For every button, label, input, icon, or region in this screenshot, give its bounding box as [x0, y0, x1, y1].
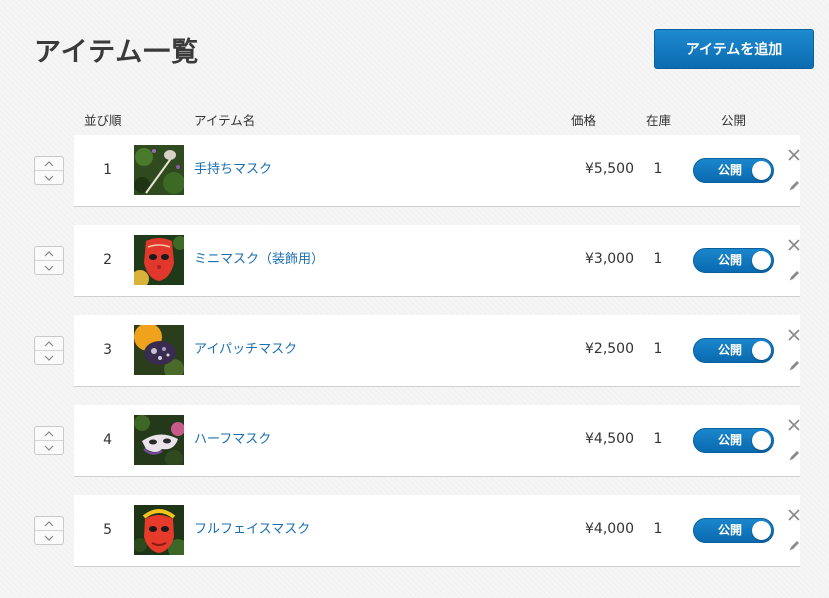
item-price: ¥3,000 — [585, 251, 634, 267]
item-card: 1 手持ちマスク ¥5,500 1 公開 — [74, 135, 800, 207]
column-header-stock: 在庫 — [646, 113, 672, 128]
hand-mask-photo — [134, 145, 184, 195]
publish-toggle[interactable]: 公開 — [693, 518, 774, 543]
sort-control — [34, 336, 64, 365]
item-row: 2 ミニマスク（装飾用） ¥3,000 1 公開 — [0, 225, 829, 297]
sort-control — [34, 516, 64, 545]
pencil-icon[interactable] — [786, 177, 802, 193]
item-stock: 1 — [653, 161, 663, 177]
item-price: ¥5,500 — [585, 161, 634, 177]
item-card: 5 フルフェイスマスク ¥4,000 1 公開 — [74, 495, 800, 567]
item-price: ¥4,500 — [585, 431, 634, 447]
item-name-link[interactable]: ハーフマスク — [194, 405, 271, 474]
chevron-up-icon[interactable] — [35, 427, 63, 441]
item-card: 3 アイパッチマスク ¥2,500 1 公開 — [74, 315, 800, 387]
chevron-up-icon[interactable] — [35, 157, 63, 171]
item-row: 1 手持ちマスク ¥5,500 1 公開 — [0, 135, 829, 207]
sort-control — [34, 426, 64, 455]
close-icon[interactable] — [786, 327, 802, 343]
column-header-publish: 公開 — [721, 113, 747, 128]
close-icon[interactable] — [786, 417, 802, 433]
pencil-icon[interactable] — [786, 537, 802, 553]
column-header-name: アイテム名 — [194, 113, 256, 128]
publish-toggle-label: 公開 — [718, 343, 743, 357]
half-mask-photo — [134, 415, 184, 465]
full-face-mask-photo — [134, 505, 184, 555]
chevron-down-icon[interactable] — [35, 171, 63, 184]
chevron-up-icon[interactable] — [35, 517, 63, 531]
item-name-link[interactable]: フルフェイスマスク — [194, 495, 310, 564]
close-icon[interactable] — [786, 237, 802, 253]
toggle-knob — [752, 521, 771, 540]
eyepatch-mask-photo — [134, 325, 184, 375]
sort-control — [34, 246, 64, 275]
publish-toggle[interactable]: 公開 — [693, 338, 774, 363]
item-stock: 1 — [653, 251, 663, 267]
publish-toggle[interactable]: 公開 — [693, 428, 774, 453]
pencil-icon[interactable] — [786, 357, 802, 373]
pencil-icon[interactable] — [786, 267, 802, 283]
publish-toggle[interactable]: 公開 — [693, 248, 774, 273]
toggle-knob — [752, 431, 771, 450]
item-row: 4 ハーフマスク ¥4,500 1 公開 — [0, 405, 829, 477]
page-title: アイテム一覧 — [34, 37, 200, 68]
publish-toggle-label: 公開 — [718, 253, 743, 267]
publish-toggle[interactable]: 公開 — [693, 158, 774, 183]
publish-toggle-label: 公開 — [718, 433, 743, 447]
item-stock: 1 — [653, 521, 663, 537]
item-row: 3 アイパッチマスク ¥2,500 1 公開 — [0, 315, 829, 387]
chevron-up-icon[interactable] — [35, 247, 63, 261]
item-price: ¥4,000 — [585, 521, 634, 537]
mini-mask-photo — [134, 235, 184, 285]
item-price: ¥2,500 — [585, 341, 634, 357]
chevron-down-icon[interactable] — [35, 351, 63, 364]
item-stock: 1 — [653, 431, 663, 447]
toggle-knob — [752, 251, 771, 270]
publish-toggle-label: 公開 — [718, 163, 743, 177]
chevron-up-icon[interactable] — [35, 337, 63, 351]
item-card: 4 ハーフマスク ¥4,500 1 公開 — [74, 405, 800, 477]
item-stock: 1 — [653, 341, 663, 357]
pencil-icon[interactable] — [786, 447, 802, 463]
item-card: 2 ミニマスク（装飾用） ¥3,000 1 公開 — [74, 225, 800, 297]
chevron-down-icon[interactable] — [35, 531, 63, 544]
close-icon[interactable] — [786, 147, 802, 163]
chevron-down-icon[interactable] — [35, 441, 63, 454]
add-item-button[interactable]: アイテムを追加 — [654, 29, 814, 69]
item-name-link[interactable]: アイパッチマスク — [194, 315, 297, 384]
close-icon[interactable] — [786, 507, 802, 523]
column-header-order: 並び順 — [84, 113, 122, 128]
toggle-knob — [752, 341, 771, 360]
item-name-link[interactable]: ミニマスク（装飾用） — [194, 225, 324, 294]
item-row: 5 フルフェイスマスク ¥4,000 1 公開 — [0, 495, 829, 567]
column-header-price: 価格 — [571, 113, 597, 128]
item-name-link[interactable]: 手持ちマスク — [194, 135, 272, 204]
toggle-knob — [752, 161, 771, 180]
chevron-down-icon[interactable] — [35, 261, 63, 274]
publish-toggle-label: 公開 — [718, 523, 743, 537]
sort-control — [34, 156, 64, 185]
